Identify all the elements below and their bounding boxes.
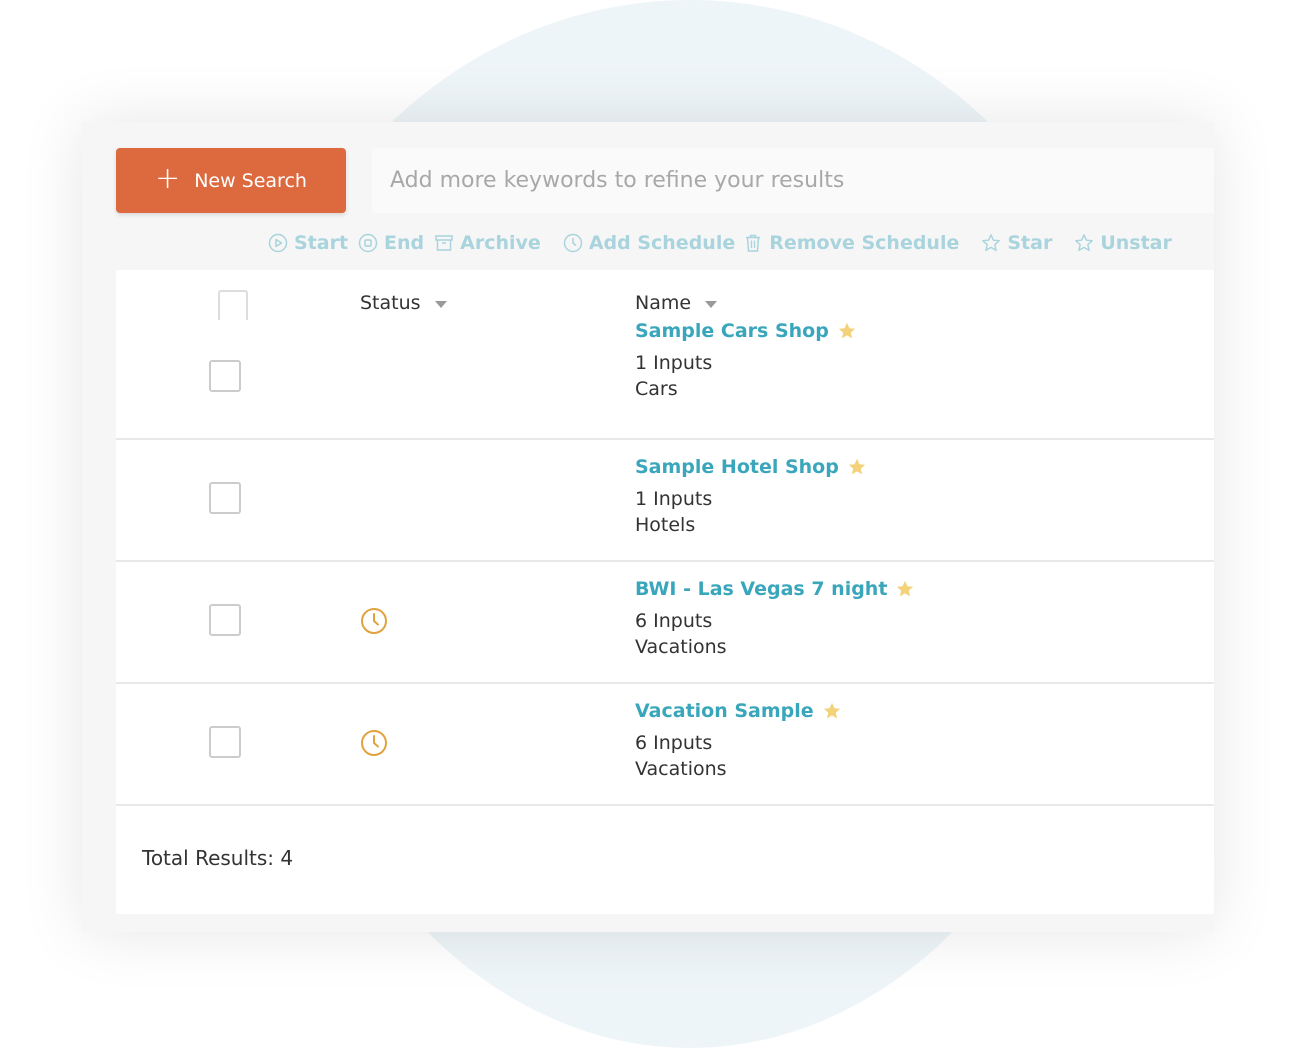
search-name-link[interactable]: Vacation Sample: [635, 700, 842, 722]
inputs-count: 1 Inputs: [635, 352, 713, 374]
star-outline-icon: [982, 234, 1001, 252]
end-button[interactable]: End: [358, 232, 424, 254]
plus-icon: +: [155, 161, 181, 196]
category-label: Vacations: [635, 636, 727, 658]
sort-down-icon: [434, 300, 447, 308]
stop-circle-icon: [358, 233, 378, 253]
schedule-clock-icon: [361, 608, 387, 634]
remove-schedule-button[interactable]: Remove Schedule: [743, 232, 959, 254]
search-name: Vacation Sample: [635, 700, 814, 722]
end-label: End: [384, 232, 425, 254]
search-name-link[interactable]: Sample Hotel Shop: [635, 456, 867, 478]
unstar-button[interactable]: Unstar: [1074, 232, 1172, 254]
star-outline-icon: [1075, 234, 1094, 252]
search-name: Sample Cars Shop: [635, 320, 829, 342]
start-label: Start: [294, 232, 349, 254]
star-filled-icon: [897, 580, 914, 597]
action-toolbar: Start End Archive Add Schedule Remove Sc…: [268, 228, 1172, 258]
new-search-button[interactable]: + New Search: [116, 148, 346, 213]
row-checkbox[interactable]: [209, 604, 241, 636]
inputs-count: 6 Inputs: [635, 732, 713, 754]
clock-icon: [563, 233, 583, 253]
sort-down-icon: [705, 300, 718, 308]
star-filled-icon: [848, 458, 866, 475]
table-row: Sample Hotel Shop 1 Inputs Hotels: [116, 440, 1214, 562]
add-schedule-label: Add Schedule: [588, 232, 736, 254]
table-row: Vacation Sample 6 Inputs Vacations: [116, 684, 1214, 806]
name-cell: Sample Hotel Shop 1 Inputs Hotels: [635, 456, 867, 538]
keyword-search-input[interactable]: [372, 148, 1214, 213]
table-footer: Total Results: 4: [116, 806, 1214, 914]
star-filled-icon: [838, 322, 856, 339]
select-all-checkbox[interactable]: [218, 290, 248, 320]
category-label: Hotels: [635, 514, 696, 536]
new-search-label: New Search: [194, 169, 307, 192]
unstar-label: Unstar: [1100, 232, 1172, 254]
searches-table: Status Name Sample Cars Shop 1 Inputs Ca…: [116, 270, 1214, 914]
name-cell: Vacation Sample 6 Inputs Vacations: [635, 700, 842, 782]
table-row: BWI - Las Vegas 7 night 6 Inputs Vacatio…: [116, 562, 1214, 684]
archive-button[interactable]: Archive: [434, 232, 541, 254]
status-column-header[interactable]: Status: [360, 292, 447, 314]
table-row: Sample Cars Shop 1 Inputs Cars: [116, 320, 1214, 440]
search-name-link[interactable]: BWI - Las Vegas 7 night: [635, 578, 915, 600]
inputs-count: 1 Inputs: [635, 488, 713, 510]
trash-icon: [746, 234, 761, 252]
archive-label: Archive: [460, 232, 541, 254]
row-checkbox[interactable]: [209, 482, 241, 514]
name-column-header[interactable]: Name: [635, 292, 718, 314]
category-label: Vacations: [635, 758, 727, 780]
total-results: Total Results: 4: [142, 846, 294, 870]
schedule-clock-icon: [361, 730, 387, 756]
remove-schedule-label: Remove Schedule: [769, 232, 960, 254]
archive-icon: [435, 235, 453, 251]
search-name-link[interactable]: Sample Cars Shop: [635, 320, 857, 342]
play-circle-icon: [268, 233, 288, 253]
add-schedule-button[interactable]: Add Schedule: [563, 232, 735, 254]
search-name: BWI - Las Vegas 7 night: [635, 578, 888, 600]
star-button[interactable]: Star: [981, 232, 1052, 254]
name-header-label: Name: [635, 292, 692, 314]
star-filled-icon: [823, 702, 840, 719]
star-label: Star: [1007, 232, 1053, 254]
name-cell: Sample Cars Shop 1 Inputs Cars: [635, 320, 857, 402]
row-checkbox[interactable]: [209, 360, 241, 392]
search-name: Sample Hotel Shop: [635, 456, 839, 478]
status-header-label: Status: [360, 292, 421, 314]
row-checkbox[interactable]: [209, 726, 241, 758]
searches-panel: + New Search Start End Archive Add Sched…: [82, 122, 1214, 932]
category-label: Cars: [635, 378, 678, 400]
name-cell: BWI - Las Vegas 7 night 6 Inputs Vacatio…: [635, 578, 915, 660]
inputs-count: 6 Inputs: [635, 610, 713, 632]
start-button[interactable]: Start: [268, 232, 348, 254]
